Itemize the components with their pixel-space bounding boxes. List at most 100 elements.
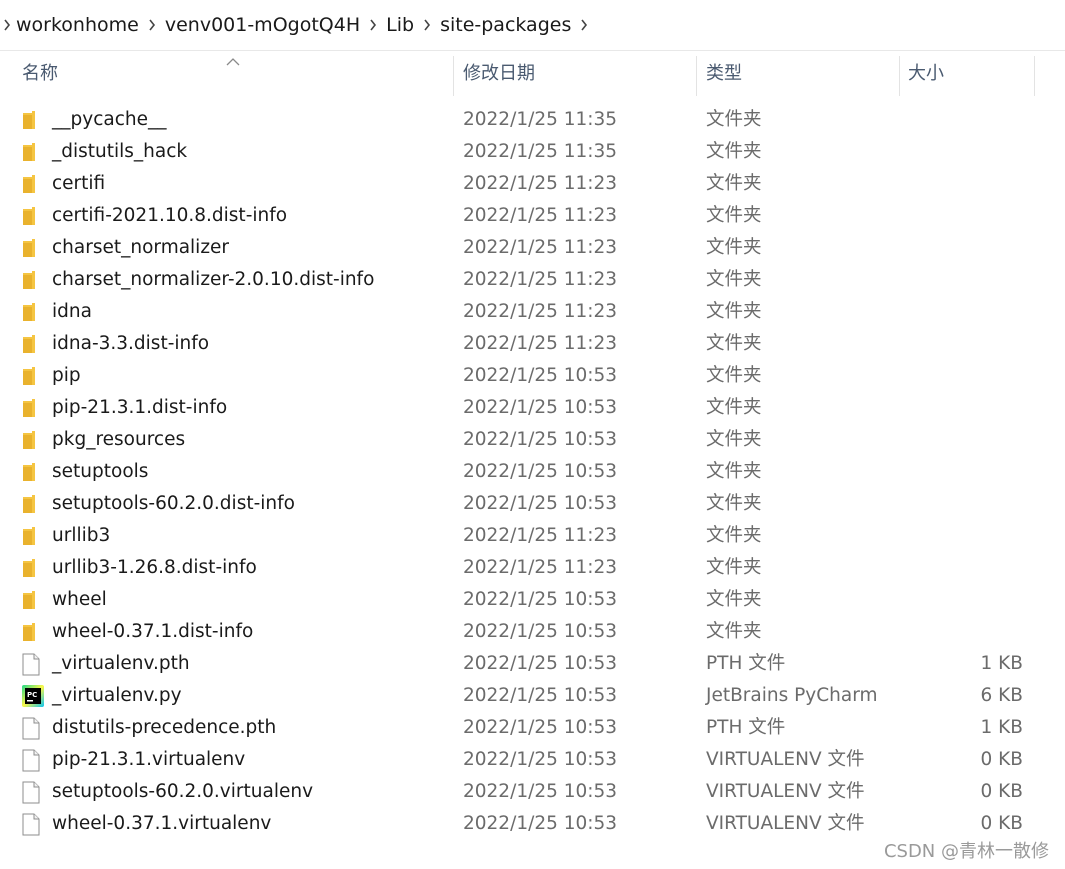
chevron-right-icon[interactable]	[416, 19, 438, 31]
file-date: 2022/1/25 10:53	[463, 749, 618, 770]
column-header-row: 名称 修改日期 类型 大小	[0, 52, 1065, 96]
list-item[interactable]: pip-21.3.1.dist-info 2022/1/25 10:53 文件夹	[0, 392, 1065, 424]
list-item[interactable]: certifi 2022/1/25 11:23 文件夹	[0, 168, 1065, 200]
file-date: 2022/1/25 11:35	[463, 141, 618, 162]
list-item[interactable]: pip 2022/1/25 10:53 文件夹	[0, 360, 1065, 392]
file-date: 2022/1/25 10:53	[463, 429, 618, 450]
breadcrumb-item-venv[interactable]: venv001-mOgotQ4H	[163, 14, 362, 36]
file-type: 文件夹	[706, 621, 762, 642]
list-item[interactable]: _virtualenv.pth 2022/1/25 10:53 PTH 文件 1…	[0, 648, 1065, 680]
list-item[interactable]: _distutils_hack 2022/1/25 11:35 文件夹	[0, 136, 1065, 168]
list-item[interactable]: idna-3.3.dist-info 2022/1/25 11:23 文件夹	[0, 328, 1065, 360]
file-type: 文件夹	[706, 429, 762, 450]
file-type: 文件夹	[706, 493, 762, 514]
file-date: 2022/1/25 10:53	[463, 813, 618, 834]
file-date: 2022/1/25 11:23	[463, 333, 618, 354]
file-name: setuptools-60.2.0.virtualenv	[52, 781, 314, 802]
column-header-name[interactable]: 名称	[22, 52, 58, 96]
list-item[interactable]: pkg_resources 2022/1/25 10:53 文件夹	[0, 424, 1065, 456]
list-item[interactable]: setuptools 2022/1/25 10:53 文件夹	[0, 456, 1065, 488]
breadcrumb: workonhome venv001-mOgotQ4H Lib site-pac…	[0, 0, 1065, 51]
list-item[interactable]: wheel 2022/1/25 10:53 文件夹	[0, 584, 1065, 616]
column-header-date[interactable]: 修改日期	[463, 52, 535, 96]
file-icon	[22, 648, 46, 680]
file-type: 文件夹	[706, 365, 762, 386]
list-item[interactable]: charset_normalizer 2022/1/25 11:23 文件夹	[0, 232, 1065, 264]
column-divider[interactable]	[1034, 56, 1035, 96]
file-icon	[22, 744, 46, 776]
file-date: 2022/1/25 10:53	[463, 493, 618, 514]
file-date: 2022/1/25 10:53	[463, 365, 618, 386]
list-item[interactable]: wheel-0.37.1.virtualenv 2022/1/25 10:53 …	[0, 808, 1065, 840]
file-name: urllib3	[52, 525, 111, 546]
file-date: 2022/1/25 11:23	[463, 205, 618, 226]
file-type: 文件夹	[706, 301, 762, 322]
file-name: certifi	[52, 173, 106, 194]
file-name: pip-21.3.1.dist-info	[52, 397, 228, 418]
file-name: pip-21.3.1.virtualenv	[52, 749, 246, 770]
file-type: JetBrains PyCharm	[706, 685, 878, 706]
breadcrumb-item-lib[interactable]: Lib	[384, 14, 416, 36]
chevron-right-icon[interactable]	[573, 19, 595, 31]
file-name: urllib3-1.26.8.dist-info	[52, 557, 257, 578]
file-name: pkg_resources	[52, 429, 186, 450]
column-header-type[interactable]: 类型	[706, 52, 742, 96]
file-size: 6 KB	[980, 685, 1023, 706]
file-type: 文件夹	[706, 141, 762, 162]
folder-icon	[22, 520, 46, 552]
file-date: 2022/1/25 10:53	[463, 781, 618, 802]
svg-text:PC: PC	[27, 691, 37, 699]
chevron-right-icon[interactable]	[0, 19, 14, 31]
file-type: VIRTUALENV 文件	[706, 749, 865, 770]
watermark: CSDN @青林一散修	[883, 841, 1049, 862]
list-item[interactable]: PC _virtualenv.py 2022/1/25 10:53 JetBra…	[0, 680, 1065, 712]
column-header-size[interactable]: 大小	[908, 52, 944, 96]
folder-icon	[22, 424, 46, 456]
file-name: __pycache__	[52, 109, 167, 130]
list-item[interactable]: charset_normalizer-2.0.10.dist-info 2022…	[0, 264, 1065, 296]
folder-icon	[22, 328, 46, 360]
list-item[interactable]: certifi-2021.10.8.dist-info 2022/1/25 11…	[0, 200, 1065, 232]
list-item[interactable]: setuptools-60.2.0.virtualenv 2022/1/25 1…	[0, 776, 1065, 808]
folder-icon	[22, 264, 46, 296]
file-name: setuptools-60.2.0.dist-info	[52, 493, 295, 514]
list-item[interactable]: pip-21.3.1.virtualenv 2022/1/25 10:53 VI…	[0, 744, 1065, 776]
file-name: charset_normalizer-2.0.10.dist-info	[52, 269, 375, 290]
breadcrumb-item-site-packages[interactable]: site-packages	[438, 14, 573, 36]
breadcrumb-item-workonhome[interactable]: workonhome	[14, 14, 141, 36]
chevron-right-icon[interactable]	[141, 19, 163, 31]
file-name: pip	[52, 365, 81, 386]
folder-icon	[22, 456, 46, 488]
file-name: wheel-0.37.1.dist-info	[52, 621, 254, 642]
file-icon	[22, 808, 46, 840]
list-item[interactable]: __pycache__ 2022/1/25 11:35 文件夹	[0, 104, 1065, 136]
chevron-right-icon[interactable]	[362, 19, 384, 31]
list-item[interactable]: distutils-precedence.pth 2022/1/25 10:53…	[0, 712, 1065, 744]
file-icon	[22, 776, 46, 808]
list-item[interactable]: idna 2022/1/25 11:23 文件夹	[0, 296, 1065, 328]
list-item[interactable]: urllib3 2022/1/25 11:23 文件夹	[0, 520, 1065, 552]
file-type: 文件夹	[706, 525, 762, 546]
sort-ascending-icon	[226, 52, 240, 71]
list-item[interactable]: urllib3-1.26.8.dist-info 2022/1/25 11:23…	[0, 552, 1065, 584]
list-item[interactable]: wheel-0.37.1.dist-info 2022/1/25 10:53 文…	[0, 616, 1065, 648]
file-size: 1 KB	[980, 717, 1023, 738]
file-date: 2022/1/25 10:53	[463, 621, 618, 642]
list-item[interactable]: setuptools-60.2.0.dist-info 2022/1/25 10…	[0, 488, 1065, 520]
file-name: idna-3.3.dist-info	[52, 333, 210, 354]
folder-icon	[22, 232, 46, 264]
file-date: 2022/1/25 11:35	[463, 109, 618, 130]
file-type: VIRTUALENV 文件	[706, 781, 865, 802]
folder-icon	[22, 296, 46, 328]
column-divider[interactable]	[453, 56, 454, 96]
folder-icon	[22, 200, 46, 232]
file-type: 文件夹	[706, 109, 762, 130]
file-date: 2022/1/25 11:23	[463, 301, 618, 322]
file-type: 文件夹	[706, 461, 762, 482]
file-type: 文件夹	[706, 397, 762, 418]
column-divider[interactable]	[696, 56, 697, 96]
file-date: 2022/1/25 10:53	[463, 717, 618, 738]
pycharm-icon: PC	[22, 680, 46, 712]
column-divider[interactable]	[899, 56, 900, 96]
file-name: wheel	[52, 589, 107, 610]
